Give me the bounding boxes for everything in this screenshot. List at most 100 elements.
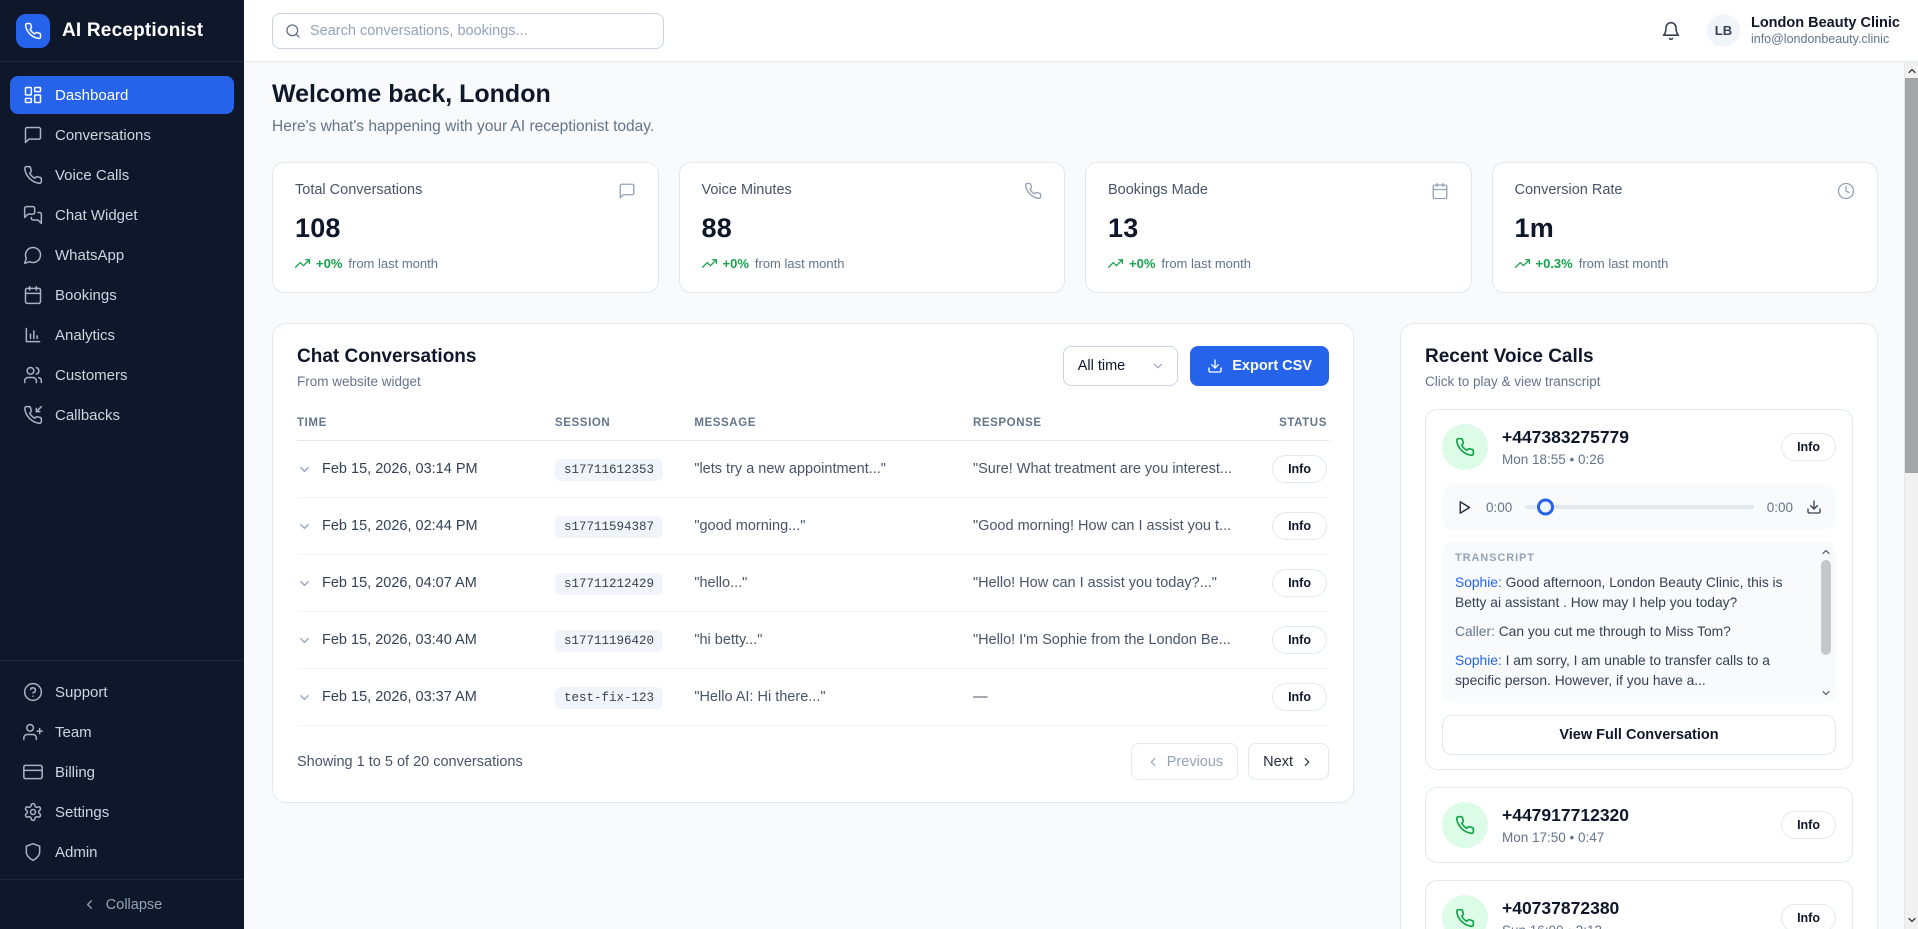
row-message: "good morning..." <box>694 518 805 534</box>
call-meta: Mon 18:55 • 0:26 <box>1502 452 1629 467</box>
row-info-button[interactable]: Info <box>1272 626 1327 654</box>
sidebar-item-label: Team <box>55 724 92 741</box>
sidebar-item-billing[interactable]: Billing <box>10 753 234 791</box>
sidebar-item-chat-widget[interactable]: Chat Widget <box>10 196 234 234</box>
expand-row-chevron-down-icon[interactable] <box>297 633 312 648</box>
previous-page-button[interactable]: Previous <box>1131 743 1238 780</box>
call-info-button[interactable]: Info <box>1781 811 1836 839</box>
sidebar-item-analytics[interactable]: Analytics <box>10 316 234 354</box>
message-square-icon <box>23 125 43 145</box>
dashboard-icon <box>23 85 43 105</box>
collapse-sidebar-button[interactable]: Collapse <box>0 879 244 929</box>
gear-icon <box>23 802 43 822</box>
column-header-session: SESSION <box>555 407 694 441</box>
calendar-icon <box>23 285 43 305</box>
column-header-time: TIME <box>297 407 555 441</box>
chevron-right-icon <box>1300 755 1314 769</box>
call-number: +447917712320 <box>1502 805 1629 826</box>
sidebar-item-customers[interactable]: Customers <box>10 356 234 394</box>
user-email: info@londonbeauty.clinic <box>1751 32 1900 48</box>
user-menu[interactable]: LB London Beauty Clinic info@londonbeaut… <box>1707 14 1900 48</box>
voice-call-header[interactable]: +447917712320 Mon 17:50 • 0:47 Info <box>1442 802 1836 848</box>
sidebar-item-team[interactable]: Team <box>10 713 234 751</box>
search-box <box>272 13 664 49</box>
expand-row-chevron-down-icon[interactable] <box>297 690 312 705</box>
topbar-right: LB London Beauty Clinic info@londonbeaut… <box>1661 14 1900 48</box>
sidebar: AI Receptionist Dashboard Conversations … <box>0 0 244 929</box>
scroll-down-chevron-icon[interactable] <box>1906 914 1918 926</box>
search-input[interactable] <box>310 23 651 39</box>
call-info-button[interactable]: Info <box>1781 433 1836 461</box>
stat-label: Conversion Rate <box>1515 182 1623 198</box>
column-header-response: RESPONSE <box>973 407 1257 441</box>
sidebar-item-voice-calls[interactable]: Voice Calls <box>10 156 234 194</box>
scrollbar-thumb[interactable] <box>1905 78 1918 473</box>
page-scrollbar[interactable] <box>1904 62 1918 929</box>
play-icon[interactable] <box>1456 499 1473 516</box>
chat-panel-subtitle: From website widget <box>297 374 476 389</box>
stats-row: Total Conversations 108 +0% from last mo… <box>272 162 1878 293</box>
time-filter-select[interactable]: All time <box>1063 346 1179 386</box>
session-id: s17711196420 <box>555 630 663 652</box>
transcript-scrollbar[interactable] <box>1819 546 1833 699</box>
search-icon <box>285 23 301 39</box>
seek-slider-thumb[interactable] <box>1537 499 1554 516</box>
expand-row-chevron-down-icon[interactable] <box>297 462 312 477</box>
sidebar-item-settings[interactable]: Settings <box>10 793 234 831</box>
stat-trend: +0% <box>316 256 342 271</box>
download-icon[interactable] <box>1806 499 1822 515</box>
user-plus-icon <box>23 722 43 742</box>
elapsed-time: 0:00 <box>1486 500 1512 515</box>
sidebar-item-bookings[interactable]: Bookings <box>10 276 234 314</box>
row-response: "Hello! How can I assist you today?..." <box>973 575 1217 591</box>
session-id: s17711612353 <box>555 459 663 481</box>
sidebar-item-callbacks[interactable]: Callbacks <box>10 396 234 434</box>
row-info-button[interactable]: Info <box>1272 455 1327 483</box>
notifications-bell-icon[interactable] <box>1661 21 1681 41</box>
voice-call-card: +447917712320 Mon 17:50 • 0:47 Info <box>1425 787 1853 863</box>
transcript-text: Can you cut me through to Miss Tom? <box>1499 624 1731 639</box>
expand-row-chevron-down-icon[interactable] <box>297 576 312 591</box>
speaker-label: Caller: <box>1455 624 1495 639</box>
row-message: "hi betty..." <box>694 632 762 648</box>
row-info-button[interactable]: Info <box>1272 683 1327 711</box>
trending-up-icon <box>1515 256 1530 271</box>
chevron-down-icon[interactable] <box>1820 687 1832 699</box>
sidebar-item-whatsapp[interactable]: WhatsApp <box>10 236 234 274</box>
stat-trend: +0.3% <box>1536 256 1573 271</box>
row-info-button[interactable]: Info <box>1272 569 1327 597</box>
shield-icon <box>23 842 43 862</box>
main-area: LB London Beauty Clinic info@londonbeaut… <box>244 0 1918 929</box>
sidebar-item-support[interactable]: Support <box>10 673 234 711</box>
voice-call-header[interactable]: +447383275779 Mon 18:55 • 0:26 Info <box>1442 424 1836 470</box>
sidebar-item-admin[interactable]: Admin <box>10 833 234 871</box>
row-info-button[interactable]: Info <box>1272 512 1327 540</box>
call-info-button[interactable]: Info <box>1781 904 1836 929</box>
next-page-button[interactable]: Next <box>1248 743 1329 780</box>
sidebar-item-dashboard[interactable]: Dashboard <box>10 76 234 114</box>
row-response: — <box>973 689 988 705</box>
stat-trend-note: from last month <box>1161 256 1251 271</box>
stat-value: 108 <box>295 213 636 244</box>
sidebar-footer-nav: Support Team Billing Settings Admin <box>0 660 244 879</box>
view-full-conversation-button[interactable]: View Full Conversation <box>1442 715 1836 755</box>
call-number: +40737872380 <box>1502 898 1619 919</box>
session-id: s17711594387 <box>555 516 663 538</box>
stat-trend: +0% <box>1129 256 1155 271</box>
scroll-up-chevron-icon[interactable] <box>1906 65 1918 77</box>
export-csv-button[interactable]: Export CSV <box>1190 346 1329 386</box>
sidebar-item-label: Admin <box>55 844 98 861</box>
seek-slider[interactable] <box>1525 505 1753 509</box>
table-row: Feb 15, 2026, 02:44 PM s17711594387 "goo… <box>297 498 1329 555</box>
scrollbar-thumb[interactable] <box>1821 560 1831 655</box>
sidebar-item-label: Voice Calls <box>55 167 129 184</box>
stat-label: Voice Minutes <box>702 182 792 198</box>
expand-row-chevron-down-icon[interactable] <box>297 519 312 534</box>
sidebar-item-conversations[interactable]: Conversations <box>10 116 234 154</box>
sidebar-item-label: Bookings <box>55 287 117 304</box>
voice-call-header[interactable]: +40737872380 Sun 16:00 • 2:13 Info <box>1442 895 1836 929</box>
phone-icon <box>1442 424 1488 470</box>
clock-icon <box>1837 182 1855 200</box>
chevron-up-icon[interactable] <box>1820 546 1832 558</box>
stat-card-bookings-made: Bookings Made 13 +0% from last month <box>1085 162 1472 293</box>
